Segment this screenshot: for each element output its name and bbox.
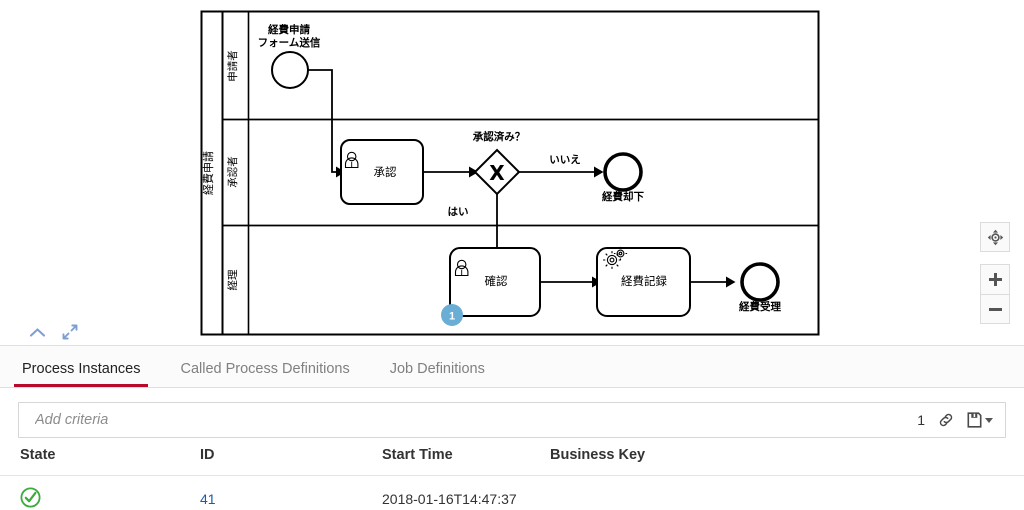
sequence-flow-no-label: いいえ: [549, 154, 581, 166]
search-actions: 1: [909, 412, 993, 428]
start-event-label-line1: 経費申請: [268, 23, 310, 36]
table-header-row: State ID Start Time Business Key: [0, 444, 1024, 476]
zoom-in-button[interactable]: [980, 264, 1010, 294]
column-header-state[interactable]: State: [0, 444, 200, 476]
table-header: State ID Start Time Business Key: [0, 444, 1024, 476]
zoom-in-icon: [988, 273, 1002, 286]
zoom-out-button[interactable]: [980, 294, 1010, 324]
fullscreen-diagram-button[interactable]: [57, 320, 83, 344]
cell-id: 41: [200, 475, 382, 510]
save-disk-icon: [967, 412, 982, 428]
end-event-accept-label: 経費受理: [739, 300, 781, 313]
search-input[interactable]: [33, 411, 910, 429]
cell-state: [0, 475, 200, 510]
tab-job-definitions-label: Job Definitions: [389, 361, 485, 377]
end-event-accept[interactable]: [740, 262, 780, 302]
column-header-start-time[interactable]: Start Time: [382, 444, 550, 476]
tab-bar: Process Instances Called Process Definit…: [0, 345, 1024, 388]
process-instance-link[interactable]: 41: [200, 491, 216, 507]
bpmn-diagram-canvas[interactable]: 経費申請 申請者 承認者 経理 経費申請 フォーム送信 承認 X 承認済み？ い…: [0, 0, 1024, 345]
chevron-up-icon: [29, 327, 45, 337]
chevron-down-icon: [985, 417, 993, 423]
save-filter-button[interactable]: [967, 412, 993, 428]
service-task-record-label: 経費記録: [621, 274, 667, 288]
copy-link-button[interactable]: [938, 412, 954, 428]
bpmn-diagram-svg: 経費申請 申請者 承認者 経理 経費申請 フォーム送信 承認 X 承認済み？ い…: [200, 10, 820, 336]
status-badge: [20, 487, 41, 508]
tab-called-process-definitions-label: Called Process Definitions: [180, 361, 350, 377]
user-task-approve-label: 承認: [374, 165, 397, 179]
zoom-out-icon: [988, 307, 1002, 311]
canvas-toggle-group: [24, 320, 83, 344]
start-event-label-line2: フォーム送信: [258, 36, 321, 49]
reset-zoom-icon: [987, 229, 1003, 245]
pool-label: 経費申請: [201, 151, 215, 195]
end-event-reject-label: 経費却下: [602, 190, 644, 203]
link-icon: [939, 413, 953, 427]
table-row[interactable]: 41 2018-01-16T14:47:37: [0, 475, 1024, 510]
cockpit-process-definition-page: 経費申請 申請者 承認者 経理 経費申請 フォーム送信 承認 X 承認済み？ い…: [0, 0, 1024, 510]
search-bar: 1: [0, 396, 1024, 444]
tab-called-process-definitions[interactable]: Called Process Definitions: [172, 361, 367, 387]
reset-zoom-button[interactable]: [980, 222, 1010, 252]
user-task-confirm-label: 確認: [485, 274, 508, 288]
column-header-id[interactable]: ID: [200, 444, 382, 476]
instance-count-badge-value: 1: [449, 311, 455, 323]
sequence-flow-yes-label: はい: [448, 206, 469, 218]
lane-label-accounting: 経理: [226, 269, 239, 290]
exclusive-gateway-marker: X: [489, 161, 505, 185]
end-event-reject[interactable]: [603, 152, 643, 192]
table-body: 41 2018-01-16T14:47:37: [0, 475, 1024, 510]
cell-business-key: [550, 475, 1024, 510]
expand-arrows-icon: [62, 324, 78, 340]
result-count: 1: [917, 412, 925, 428]
tab-process-instances-label: Process Instances: [22, 361, 141, 377]
zoom-controls: [980, 222, 1010, 324]
lane-label-approver: 承認者: [226, 156, 239, 188]
cell-start-time: 2018-01-16T14:47:37: [382, 475, 550, 510]
lane-label-applicant: 申請者: [226, 50, 239, 82]
process-instances-table: State ID Start Time Business Key 41 2018…: [0, 444, 1024, 510]
start-event[interactable]: [271, 51, 309, 89]
tab-job-definitions[interactable]: Job Definitions: [382, 361, 503, 387]
check-circle-icon: [20, 487, 41, 508]
column-header-business-key[interactable]: Business Key: [550, 444, 1024, 476]
tab-process-instances[interactable]: Process Instances: [14, 361, 158, 387]
search-box[interactable]: 1: [18, 402, 1006, 438]
exclusive-gateway-label: 承認済み？: [473, 130, 526, 143]
collapse-diagram-button[interactable]: [24, 320, 50, 344]
